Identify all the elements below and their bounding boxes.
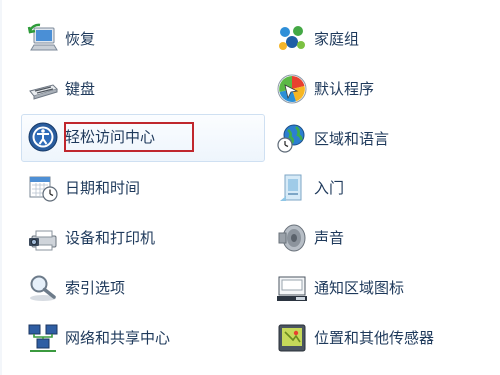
item-indexing-options-label: 索引选项: [65, 279, 126, 297]
item-network-sharing-label: 网络和共享中心: [65, 329, 171, 347]
highlight-box: [64, 122, 194, 152]
keyboard-icon: [27, 73, 59, 105]
item-notification-icons-label: 通知区域图标: [314, 279, 405, 297]
partial-top-left-icon: [30, 0, 50, 4]
item-getting-started[interactable]: 入门: [270, 165, 485, 211]
item-region-language-label: 区域和语言: [314, 130, 390, 148]
item-date-time[interactable]: 日期和时间: [21, 165, 261, 211]
right-edge: [476, 0, 500, 375]
location-sensor-icon: [276, 322, 308, 354]
calendar-clock-icon: [27, 172, 59, 204]
item-location-sensors[interactable]: 位置和其他传感器: [270, 315, 485, 361]
left-edge: [0, 0, 2, 375]
item-homegroup-label: 家庭组: [314, 30, 360, 48]
printer-camera-icon: [27, 222, 59, 254]
item-date-time-label: 日期和时间: [65, 179, 141, 197]
item-notification-icons[interactable]: 通知区域图标: [270, 265, 485, 311]
notification-area-icon: [276, 272, 308, 304]
homegroup-icon: [276, 23, 308, 55]
item-network-sharing[interactable]: 网络和共享中心: [21, 315, 261, 361]
item-devices-printers-label: 设备和打印机: [65, 229, 156, 247]
ease-of-access-icon: [27, 121, 59, 153]
restore-computer-icon: [27, 23, 59, 55]
item-devices-printers[interactable]: 设备和打印机: [21, 215, 261, 261]
item-getting-started-label: 入门: [314, 179, 345, 197]
item-sound-label: 声音: [314, 229, 345, 247]
item-restore[interactable]: 恢复: [21, 16, 261, 62]
item-region-language[interactable]: 区域和语言: [270, 116, 485, 162]
getting-started-icon: [276, 172, 308, 204]
item-homegroup[interactable]: 家庭组: [270, 16, 485, 62]
default-programs-icon: [276, 73, 308, 105]
speaker-icon: [276, 222, 308, 254]
control-panel-icon-grid: 恢复 键盘 轻松访问中心 日期和时间 设备和打印机 索引选项 网络和共享中心 家…: [0, 0, 500, 375]
item-indexing-options[interactable]: 索引选项: [21, 265, 261, 311]
network-computers-icon: [27, 322, 59, 354]
item-restore-label: 恢复: [65, 30, 96, 48]
item-location-sensors-label: 位置和其他传感器: [314, 329, 435, 347]
item-default-programs-label: 默认程序: [314, 80, 375, 98]
index-magnifier-icon: [27, 272, 59, 304]
globe-clock-icon: [276, 123, 308, 155]
item-ease-of-access[interactable]: 轻松访问中心: [21, 114, 265, 162]
item-sound[interactable]: 声音: [270, 215, 485, 261]
item-keyboard[interactable]: 键盘: [21, 66, 261, 112]
item-default-programs[interactable]: 默认程序: [270, 66, 485, 112]
item-keyboard-label: 键盘: [65, 80, 96, 98]
partial-top-right-icon: [283, 0, 303, 4]
